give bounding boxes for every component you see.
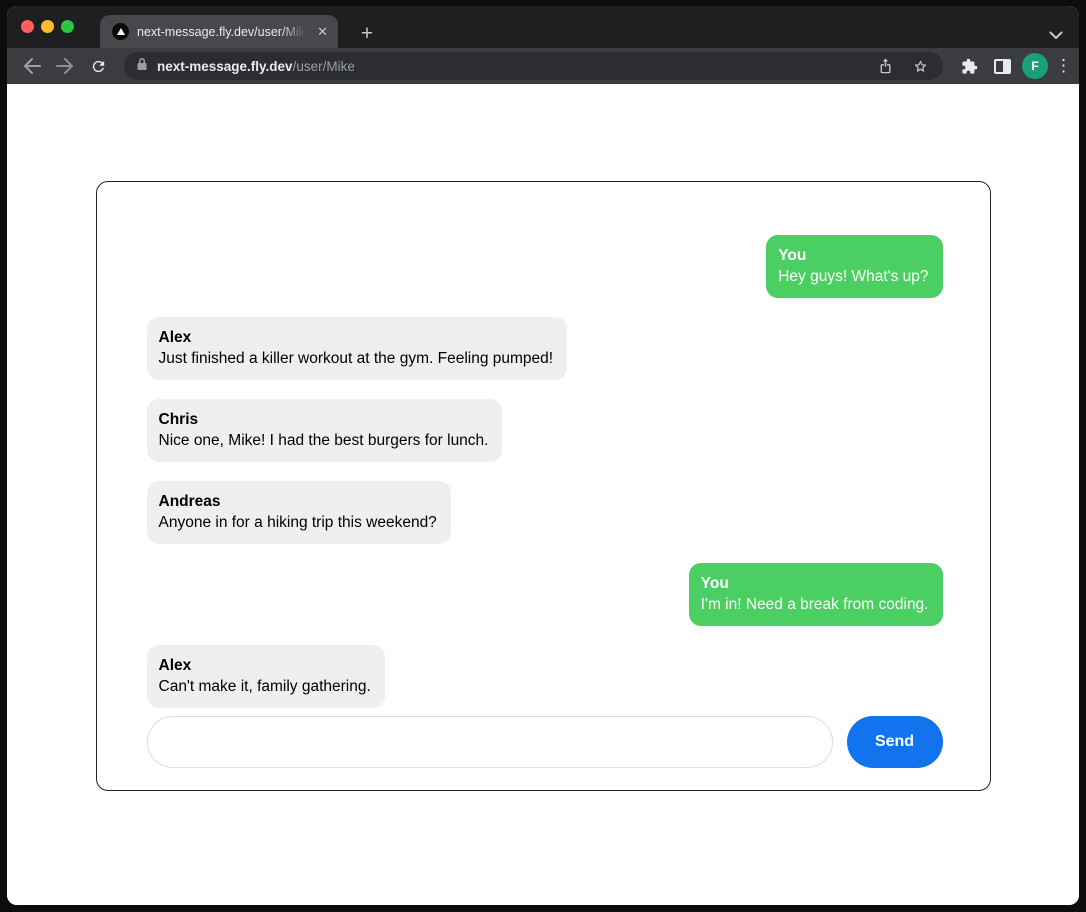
message-bubble: Chris Nice one, Mike! I had the best bur…	[147, 399, 503, 462]
message-text: Anyone in for a hiking trip this weekend…	[159, 512, 437, 533]
message-bubble: Alex Can't make it, family gathering.	[147, 645, 385, 708]
back-icon[interactable]	[19, 53, 45, 79]
tab-title: next-message.fly.dev/user/Mike	[137, 25, 307, 39]
message-text: I'm in! Need a break from coding.	[701, 594, 929, 615]
message-input[interactable]	[147, 716, 833, 768]
new-tab-button[interactable]: +	[353, 20, 381, 48]
zoom-window-button[interactable]	[61, 20, 74, 33]
message-text: Nice one, Mike! I had the best burgers f…	[159, 430, 489, 451]
page-content: You Hey guys! What's up? Alex Just finis…	[7, 84, 1079, 905]
chat-card: You Hey guys! What's up? Alex Just finis…	[96, 181, 991, 791]
url-path: /user/Mike	[293, 59, 355, 74]
message-list: You Hey guys! What's up? Alex Just finis…	[147, 235, 943, 708]
share-icon[interactable]	[872, 53, 898, 79]
message-sender: Andreas	[159, 491, 437, 512]
browser-tab[interactable]: next-message.fly.dev/user/Mike ✕	[100, 15, 338, 48]
message-sender: You	[778, 245, 928, 266]
url-text: next-message.fly.dev/user/Mike	[157, 59, 355, 74]
tab-close-icon[interactable]: ✕	[315, 23, 330, 40]
browser-window: next-message.fly.dev/user/Mike ✕ + next-…	[7, 6, 1079, 905]
address-bar[interactable]: next-message.fly.dev/user/Mike	[124, 52, 943, 80]
message-sender: Alex	[159, 327, 554, 348]
side-panel-icon[interactable]	[989, 53, 1015, 79]
tab-strip: next-message.fly.dev/user/Mike ✕ +	[7, 6, 1079, 48]
reload-icon[interactable]	[85, 53, 111, 79]
message-bubble: You Hey guys! What's up?	[766, 235, 942, 298]
forward-icon[interactable]	[52, 53, 78, 79]
message-sender: You	[701, 573, 929, 594]
message-sender: Alex	[159, 655, 371, 676]
bookmark-star-icon[interactable]	[907, 53, 933, 79]
message-text: Just finished a killer workout at the gy…	[159, 348, 554, 369]
chevron-down-icon[interactable]	[1049, 27, 1063, 45]
browser-menu-icon[interactable]: ⋮	[1055, 56, 1069, 76]
message-bubble: You I'm in! Need a break from coding.	[689, 563, 943, 626]
composer-row: Send	[147, 716, 943, 768]
minimize-window-button[interactable]	[41, 20, 54, 33]
site-favicon-icon	[112, 23, 129, 40]
traffic-lights	[21, 20, 74, 33]
browser-toolbar: next-message.fly.dev/user/Mike F ⋮	[7, 48, 1079, 84]
send-button[interactable]: Send	[847, 716, 943, 768]
url-host: next-message.fly.dev	[157, 59, 293, 74]
message-bubble: Alex Just finished a killer workout at t…	[147, 317, 568, 380]
close-window-button[interactable]	[21, 20, 34, 33]
extensions-puzzle-icon[interactable]	[956, 53, 982, 79]
profile-avatar[interactable]: F	[1022, 53, 1048, 79]
lock-icon	[136, 57, 148, 76]
message-text: Hey guys! What's up?	[778, 266, 928, 287]
message-sender: Chris	[159, 409, 489, 430]
message-text: Can't make it, family gathering.	[159, 676, 371, 697]
message-bubble: Andreas Anyone in for a hiking trip this…	[147, 481, 451, 544]
